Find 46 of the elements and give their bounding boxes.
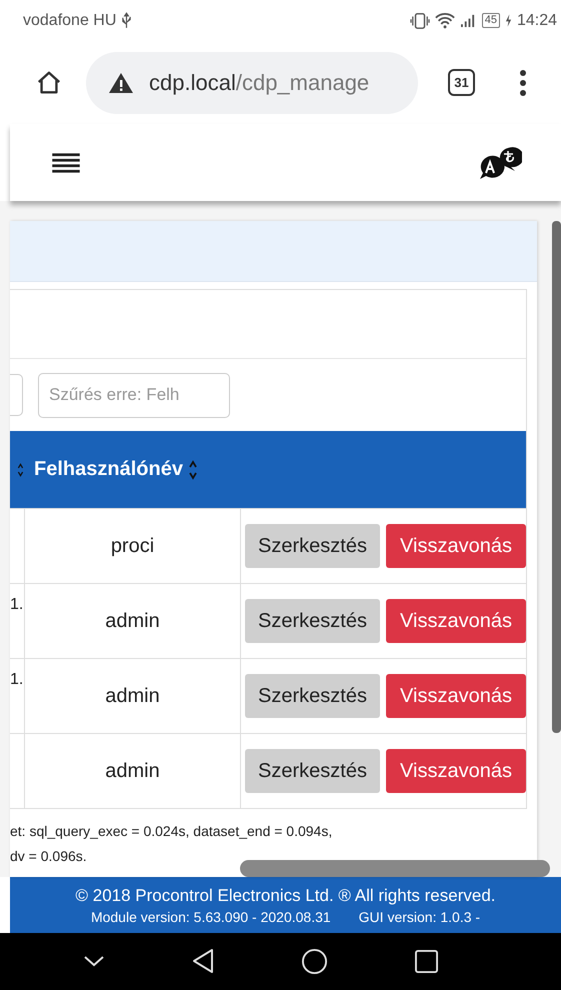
tab-count-button[interactable]: 31 <box>448 69 475 96</box>
home-icon <box>300 948 328 975</box>
revoke-button[interactable]: Visszavonás <box>386 674 526 718</box>
scrollbar[interactable] <box>552 221 561 734</box>
clock: 14:24 <box>516 12 557 30</box>
scrollbar[interactable] <box>240 860 550 878</box>
edit-button[interactable]: Szerkesztés <box>245 749 380 794</box>
table-cell: admin <box>105 760 160 783</box>
warning-icon <box>108 72 134 94</box>
usb-icon <box>121 12 132 30</box>
more-icon <box>519 68 527 97</box>
signal-icon <box>460 13 477 28</box>
url-text: cdp.local/cdp_manage <box>149 70 370 96</box>
charging-icon <box>504 13 512 28</box>
home-button[interactable] <box>36 70 62 96</box>
menu-button[interactable] <box>51 152 81 174</box>
version-text: Module version: 5.63.090 - 2020.08.31 <box>90 908 331 925</box>
timing-text: dv = 0.096s. <box>10 847 87 866</box>
column-header[interactable]: Felhasználónév <box>34 458 183 482</box>
back-icon <box>192 948 214 974</box>
battery-indicator: 45 <box>482 13 500 28</box>
carrier-name: vodafone HU <box>23 12 116 30</box>
wifi-icon <box>434 12 455 30</box>
more-button[interactable] <box>519 68 527 97</box>
version-text: GUI version: 1.0.3 - <box>358 908 480 925</box>
table-cell: proci <box>110 534 154 558</box>
recents-icon <box>414 950 438 973</box>
copyright-text: © 2018 Procontrol Electronics Ltd. ® All rights reserved. <box>75 886 496 906</box>
address-bar[interactable]: cdp.local/cdp_manage <box>86 52 418 114</box>
edit-button[interactable]: Szerkesztés <box>245 674 380 718</box>
chevron-down-icon <box>83 955 106 968</box>
table-cell: 1. <box>10 671 24 690</box>
edit-button[interactable]: Szerkesztés <box>245 524 380 568</box>
edit-button[interactable]: Szerkesztés <box>245 599 380 644</box>
revoke-button[interactable]: Visszavonás <box>386 524 526 568</box>
timing-text: et: sql_query_exec = 0.024s, dataset_end = 0.094s, <box>10 822 332 842</box>
table-cell: admin <box>105 610 160 633</box>
table-cell: admin <box>105 684 160 708</box>
filter-field[interactable]: Szűrés erre: Felh <box>38 372 230 418</box>
vibrate-icon <box>410 12 430 30</box>
revoke-button[interactable]: Visszavonás <box>386 599 526 644</box>
table-cell: 1. <box>10 596 24 614</box>
revoke-button[interactable]: Visszavonás <box>386 749 526 794</box>
filter-field[interactable] <box>10 374 23 416</box>
home-icon <box>36 70 62 96</box>
menu-icon <box>51 152 81 174</box>
